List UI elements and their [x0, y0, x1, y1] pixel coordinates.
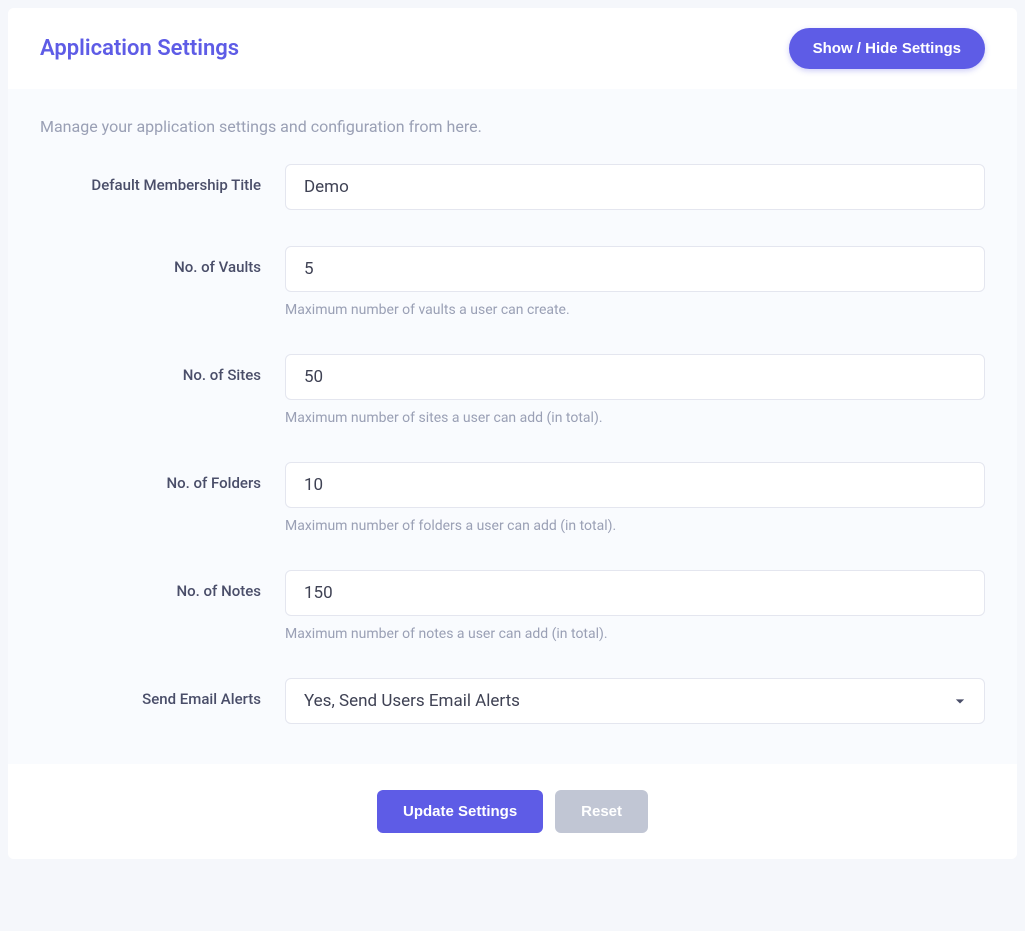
input-notes[interactable] [285, 570, 985, 616]
control-wrap: Maximum number of notes a user can add (… [285, 570, 985, 642]
input-vaults[interactable] [285, 246, 985, 292]
control-wrap: Yes, Send Users Email Alerts [285, 678, 985, 724]
field-notes: No. of Notes Maximum number of notes a u… [40, 570, 985, 642]
label-notes: No. of Notes [40, 570, 285, 600]
card-body: Manage your application settings and con… [8, 89, 1017, 764]
select-email-alerts[interactable]: Yes, Send Users Email Alerts [285, 678, 985, 724]
help-folders: Maximum number of folders a user can add… [285, 518, 985, 534]
settings-description: Manage your application settings and con… [40, 117, 985, 136]
help-vaults: Maximum number of vaults a user can crea… [285, 302, 985, 318]
card-footer: Update Settings Reset [8, 764, 1017, 859]
label-sites: No. of Sites [40, 354, 285, 384]
label-folders: No. of Folders [40, 462, 285, 492]
card-header: Application Settings Show / Hide Setting… [8, 8, 1017, 89]
input-sites[interactable] [285, 354, 985, 400]
field-membership-title: Default Membership Title [40, 164, 985, 210]
label-vaults: No. of Vaults [40, 246, 285, 276]
update-settings-button[interactable]: Update Settings [377, 790, 543, 833]
help-sites: Maximum number of sites a user can add (… [285, 410, 985, 426]
field-folders: No. of Folders Maximum number of folders… [40, 462, 985, 534]
control-wrap [285, 164, 985, 210]
page-title: Application Settings [40, 36, 239, 61]
settings-card: Application Settings Show / Hide Setting… [8, 8, 1017, 859]
field-sites: No. of Sites Maximum number of sites a u… [40, 354, 985, 426]
field-email-alerts: Send Email Alerts Yes, Send Users Email … [40, 678, 985, 724]
control-wrap: Maximum number of folders a user can add… [285, 462, 985, 534]
control-wrap: Maximum number of vaults a user can crea… [285, 246, 985, 318]
reset-button[interactable]: Reset [555, 790, 648, 833]
input-membership-title[interactable] [285, 164, 985, 210]
help-notes: Maximum number of notes a user can add (… [285, 626, 985, 642]
show-hide-settings-button[interactable]: Show / Hide Settings [789, 28, 985, 69]
label-membership-title: Default Membership Title [40, 164, 285, 194]
field-vaults: No. of Vaults Maximum number of vaults a… [40, 246, 985, 318]
label-email-alerts: Send Email Alerts [40, 678, 285, 708]
input-folders[interactable] [285, 462, 985, 508]
control-wrap: Maximum number of sites a user can add (… [285, 354, 985, 426]
